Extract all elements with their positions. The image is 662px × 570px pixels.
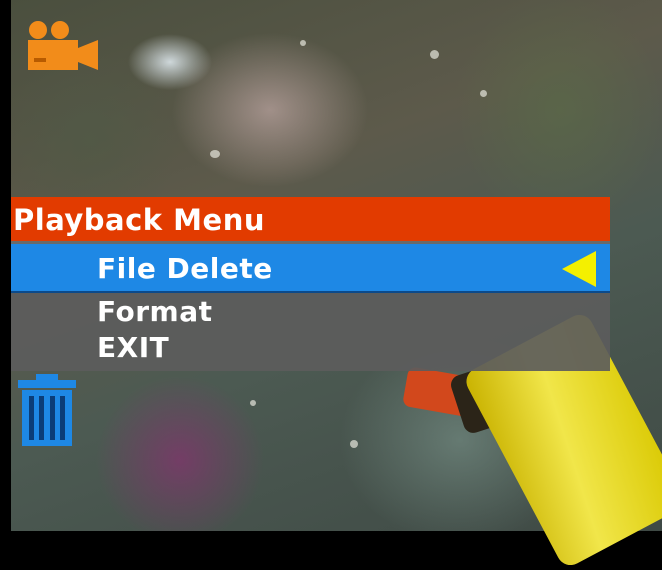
particle: [210, 150, 220, 158]
particle: [480, 90, 487, 97]
menu-item-exit[interactable]: EXIT: [11, 331, 610, 371]
left-border: [0, 0, 11, 531]
trash-icon: [14, 372, 80, 448]
selector-arrow-icon: [562, 251, 596, 287]
particle: [250, 400, 256, 406]
menu-item-format[interactable]: Format: [11, 293, 610, 331]
particle: [350, 440, 358, 448]
menu-title: Playback Menu: [11, 197, 610, 244]
menu-item-label: Format: [97, 295, 213, 328]
menu-item-label: File Delete: [97, 252, 273, 285]
menu-item-file-delete[interactable]: File Delete: [11, 244, 610, 293]
camcorder-icon: [24, 18, 100, 74]
playback-menu: Playback Menu File Delete Format EXIT: [11, 197, 610, 371]
particle: [300, 40, 306, 46]
particle: [430, 50, 439, 59]
menu-item-label: EXIT: [97, 331, 170, 364]
